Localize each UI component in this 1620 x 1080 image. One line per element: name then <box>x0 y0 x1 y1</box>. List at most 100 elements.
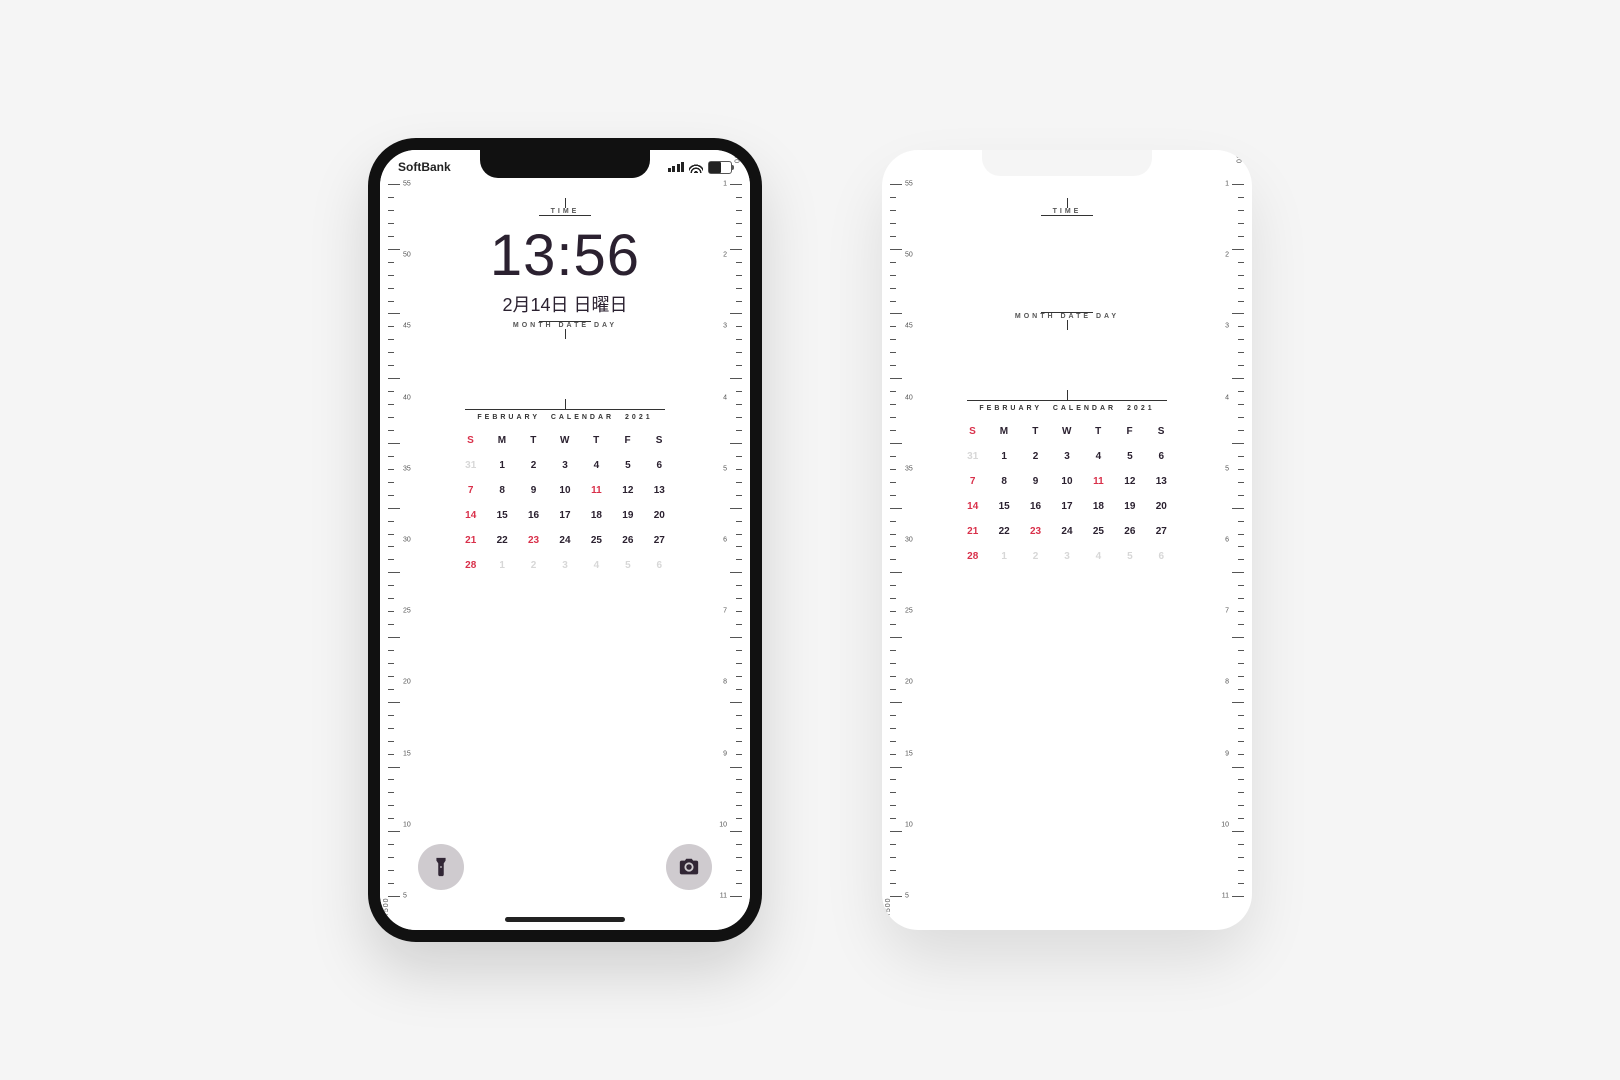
calendar-day: 14 <box>957 501 988 512</box>
calendar-weekday: T <box>518 435 549 446</box>
calendar-day: 10 <box>549 485 580 496</box>
divider-tick <box>565 399 566 409</box>
calendar-day: 21 <box>455 535 486 546</box>
calendar-day: 27 <box>644 535 675 546</box>
calendar-day: 1 <box>988 451 1019 462</box>
calendar-day: 13 <box>644 485 675 496</box>
calendar-day: 5 <box>1114 551 1145 562</box>
calendar-day: 22 <box>486 535 517 546</box>
calendar-day: 6 <box>644 560 675 571</box>
calendar-day: 16 <box>1020 501 1051 512</box>
calendar-day: 2 <box>518 460 549 471</box>
calendar-day: 4 <box>1083 551 1114 562</box>
calendar-day: 15 <box>988 501 1019 512</box>
calendar-day: 20 <box>1146 501 1177 512</box>
clock-time: 13:56 <box>380 222 750 289</box>
wallpaper-content: TIME MONTH DATE DAY FEBRUARY CALENDAR 20… <box>882 188 1252 930</box>
date-section-label: MONTH DATE DAY <box>882 313 1252 320</box>
lockscreen-content: TIME 13:56 2月14日 日曜日 MONTH DATE DAY FEBR… <box>380 188 750 930</box>
calendar-day: 6 <box>1146 551 1177 562</box>
calendar-day: 7 <box>957 476 988 487</box>
calendar-day: 1 <box>988 551 1019 562</box>
ruler-tick-label: 55 <box>905 181 913 188</box>
flashlight-icon <box>430 856 452 878</box>
flashlight-button[interactable] <box>418 844 464 890</box>
calendar-day: 26 <box>1114 526 1145 537</box>
calendar-day: 8 <box>486 485 517 496</box>
calendar-day: 9 <box>1020 476 1051 487</box>
ruler-right-unit: 1/100 <box>1235 150 1242 164</box>
calendar-day: 17 <box>1051 501 1082 512</box>
divider-tick <box>1067 390 1068 400</box>
calendar-day: 22 <box>988 526 1019 537</box>
calendar-day: 26 <box>612 535 643 546</box>
calendar-weekday: S <box>1146 426 1177 437</box>
calendar-title: FEBRUARY CALENDAR 2021 <box>380 414 750 421</box>
clock-date: 2月14日 日曜日 <box>380 291 750 317</box>
wifi-icon <box>689 162 703 173</box>
time-section-label: TIME <box>882 208 1252 215</box>
calendar-day: 28 <box>957 551 988 562</box>
calendar-day: 27 <box>1146 526 1177 537</box>
notch-cutout <box>982 150 1152 176</box>
calendar-day: 24 <box>549 535 580 546</box>
calendar-day: 11 <box>581 485 612 496</box>
ruler-tick-label: 55 <box>403 181 411 188</box>
calendar-day: 19 <box>1114 501 1145 512</box>
battery-icon <box>708 161 732 174</box>
ruler-tick-label: 1 <box>1225 181 1229 188</box>
status-bar: SoftBank <box>380 156 750 178</box>
calendar-day: 16 <box>518 510 549 521</box>
calendar-day: 12 <box>1114 476 1145 487</box>
calendar-day: 17 <box>549 510 580 521</box>
calendar-weekday: F <box>1114 426 1145 437</box>
calendar-day: 2 <box>518 560 549 571</box>
calendar-day: 18 <box>581 510 612 521</box>
divider-line <box>539 215 591 216</box>
calendar-day: 19 <box>612 510 643 521</box>
divider-tick <box>565 198 566 208</box>
calendar-day: 1 <box>486 460 517 471</box>
time-section-label: TIME <box>380 208 750 215</box>
calendar-weekday: S <box>455 435 486 446</box>
calendar-day: 2 <box>1020 451 1051 462</box>
calendar-day: 14 <box>455 510 486 521</box>
date-section-label: MONTH DATE DAY <box>380 322 750 329</box>
calendar-day: 4 <box>581 460 612 471</box>
ruler-tick-label: 1 <box>723 181 727 188</box>
calendar-day: 4 <box>1083 451 1114 462</box>
calendar-weekday: T <box>581 435 612 446</box>
calendar-day: 31 <box>455 460 486 471</box>
calendar-weekday: T <box>1083 426 1114 437</box>
calendar-day: 31 <box>957 451 988 462</box>
calendar-divider <box>465 409 665 410</box>
calendar-weekday: M <box>988 426 1019 437</box>
calendar-day: 13 <box>1146 476 1177 487</box>
calendar-day: 7 <box>455 485 486 496</box>
calendar-day: 5 <box>612 460 643 471</box>
calendar-weekday: M <box>486 435 517 446</box>
camera-button[interactable] <box>666 844 712 890</box>
calendar-weekday: S <box>957 426 988 437</box>
calendar-day: 18 <box>1083 501 1114 512</box>
carrier-label: SoftBank <box>398 160 451 174</box>
camera-icon <box>678 856 700 878</box>
calendar-weekday: F <box>612 435 643 446</box>
wallpaper-screen: 555045403530252015105 1/500 123456789101… <box>882 150 1252 930</box>
calendar-grid: SMTWTFS311234567891011121314151617181920… <box>957 426 1177 562</box>
calendar-day: 23 <box>518 535 549 546</box>
home-indicator[interactable] <box>505 917 625 922</box>
calendar-day: 3 <box>1051 451 1082 462</box>
calendar-day: 21 <box>957 526 988 537</box>
divider-tick <box>1067 198 1068 208</box>
calendar-day: 8 <box>988 476 1019 487</box>
calendar-day: 3 <box>1051 551 1082 562</box>
calendar-day: 25 <box>1083 526 1114 537</box>
calendar-day: 5 <box>612 560 643 571</box>
calendar-day: 3 <box>549 460 580 471</box>
calendar-weekday: W <box>549 435 580 446</box>
calendar-weekday: T <box>1020 426 1051 437</box>
calendar-day: 12 <box>612 485 643 496</box>
divider-tick <box>1067 320 1068 330</box>
status-indicators <box>668 161 733 174</box>
